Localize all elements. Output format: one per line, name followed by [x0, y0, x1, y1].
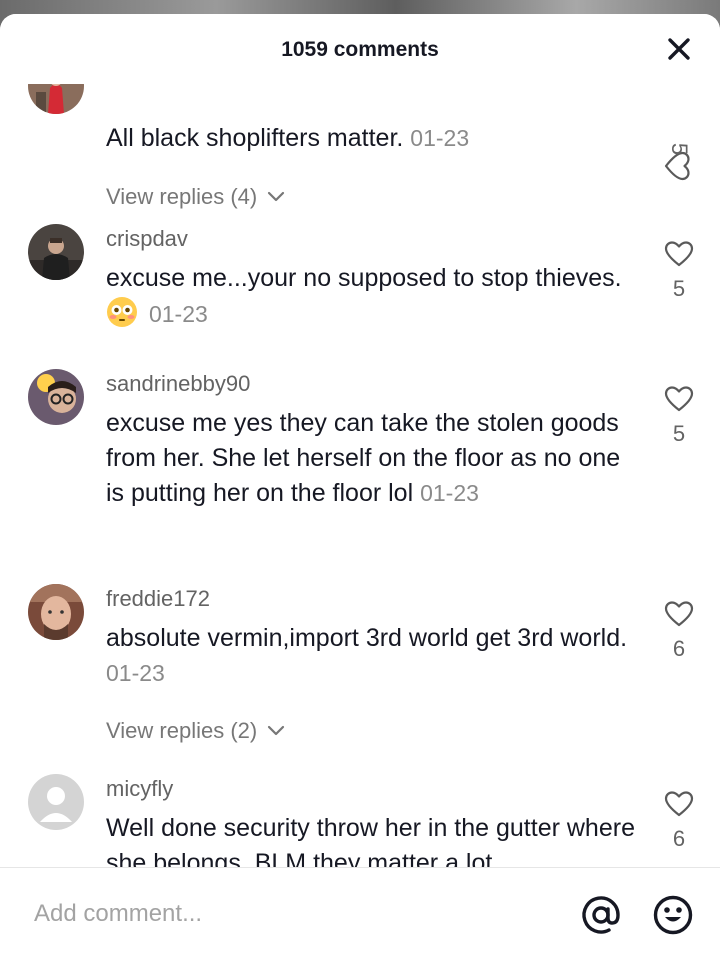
- heart-outline-icon: [664, 241, 694, 267]
- close-button[interactable]: [664, 34, 694, 64]
- comment-date: 01-23: [148, 301, 208, 327]
- like-button[interactable]: 5: [660, 385, 698, 447]
- at-sign-icon: [582, 896, 620, 934]
- comment-date: 01-23: [420, 480, 479, 506]
- comment-text: All black shoplifters matter. 01-23: [106, 124, 470, 152]
- heart-outline-icon: [664, 791, 694, 817]
- comment-text: excuse me...your no supposed to stop thi…: [106, 264, 622, 327]
- avatar[interactable]: [28, 369, 84, 425]
- comments-list[interactable]: All black shoplifters matter. 01-23 5 Vi…: [0, 84, 720, 867]
- like-button[interactable]: 5: [660, 240, 698, 302]
- avatar[interactable]: [28, 584, 84, 640]
- like-count: 5: [672, 421, 686, 446]
- view-replies-button[interactable]: View replies (2): [106, 718, 285, 744]
- avatar[interactable]: [28, 224, 84, 280]
- avatar[interactable]: [28, 84, 84, 114]
- comment-text: excuse me yes they can take the stolen g…: [106, 409, 621, 507]
- heart-outline-icon: [664, 386, 694, 412]
- comment-username[interactable]: micyfly: [106, 776, 173, 802]
- comment-text: Well done security throw her in the gutt…: [106, 814, 635, 867]
- add-comment-input[interactable]: [34, 894, 534, 934]
- mention-button[interactable]: [580, 894, 622, 936]
- comment-date: 01-23: [106, 660, 165, 686]
- comment-date: 01-23: [410, 125, 470, 151]
- comments-header: 1059 comments: [0, 14, 720, 84]
- comment-username[interactable]: crispdav: [106, 226, 188, 252]
- avatar[interactable]: [28, 774, 84, 830]
- chevron-down-icon: [268, 725, 285, 736]
- comment-text: absolute vermin,import 3rd world get 3rd…: [106, 624, 628, 686]
- emoji-button[interactable]: [652, 894, 694, 936]
- flushed-face-emoji: [107, 297, 137, 327]
- like-button[interactable]: 6: [660, 790, 698, 852]
- comment-username[interactable]: freddie172: [106, 586, 210, 612]
- comments-count-title: 1059 comments: [281, 38, 439, 61]
- like-count: 5: [667, 142, 692, 156]
- like-count: 6: [672, 636, 686, 661]
- close-icon: [668, 38, 690, 60]
- chevron-down-icon: [268, 191, 285, 202]
- like-button[interactable]: 6: [660, 600, 698, 662]
- like-count: 6: [672, 826, 686, 851]
- comments-sheet: 1059 comments All black shoplifters matt…: [0, 14, 720, 963]
- comment-composer: [0, 867, 720, 963]
- smiley-icon: [653, 895, 693, 935]
- comment-username[interactable]: sandrinebby90: [106, 371, 250, 397]
- heart-outline-icon: [664, 601, 694, 627]
- like-count: 5: [672, 276, 686, 301]
- view-replies-button[interactable]: View replies (4): [106, 184, 285, 210]
